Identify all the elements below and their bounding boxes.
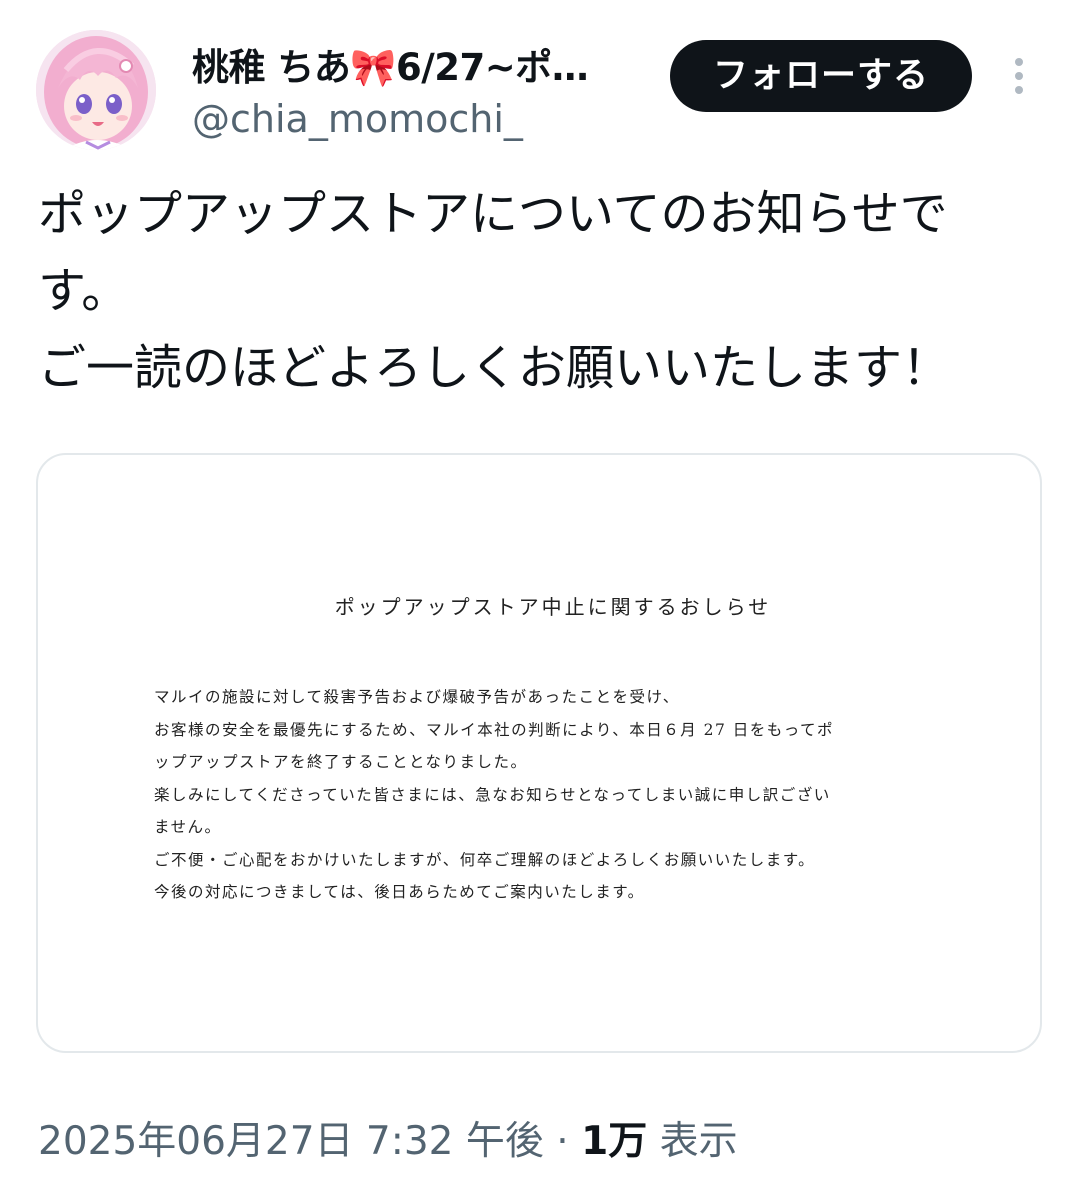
notice-line: ません。 (154, 818, 222, 836)
views-count: 1万 (581, 1119, 648, 1164)
meta-separator: · (556, 1119, 569, 1164)
tweet-meta: 2025年06月27日 7:32 午後 · 1万 表示 (38, 1112, 738, 1172)
follow-button[interactable]: フォローする (670, 40, 972, 112)
display-name-text: 桃稚 ちあ (192, 46, 351, 89)
ribbon-emoji: 🎀 (350, 46, 396, 89)
display-name-suffix: 6/27~ポ… (395, 46, 589, 89)
tweet-media-image[interactable]: ポップアップストア中止に関するおしらせ マルイの施設に対して殺害予告および爆破予… (36, 453, 1042, 1053)
timestamp[interactable]: 2025年06月27日 7:32 午後 (38, 1119, 544, 1164)
user-handle[interactable]: @chia_momochi_ (192, 94, 523, 144)
tweet-text: ポップアップストアについてのお知らせです。 ご一読のほどよろしくお願いいたします… (38, 186, 951, 396)
avatar[interactable] (36, 30, 156, 150)
display-name[interactable]: 桃稚 ちあ🎀6/27~ポ… (192, 42, 642, 94)
views-label: 表示 (659, 1119, 738, 1164)
notice-title: ポップアップストア中止に関するおしらせ (334, 595, 772, 619)
anime-girl-avatar-icon (36, 30, 156, 150)
more-vertical-icon[interactable] (1004, 56, 1034, 96)
notice-line: ご不便・ご心配をおかけいたしますが、何卒ご理解のほどよろしくお願いいたします。 (154, 850, 816, 869)
notice-line: 楽しみにしてくださっていた皆さまには、急なお知らせとなってしまい誠に申し訳ござい (154, 785, 831, 804)
notice-line: マルイの施設に対して殺害予告および爆破予告があったことを受け、 (154, 688, 680, 706)
notice-body: マルイの施設に対して殺害予告および爆破予告があったことを受け、 お客様の安全を最… (154, 681, 954, 909)
notice-line: 今後の対応につきましては、後日あらためてご案内いたします。 (154, 883, 645, 901)
notice-line: お客様の安全を最優先にするため、マルイ本社の判断により、本日６月 27 日をもっ… (154, 720, 835, 739)
notice-line: ップアップストアを終了することとなりました。 (154, 753, 528, 771)
